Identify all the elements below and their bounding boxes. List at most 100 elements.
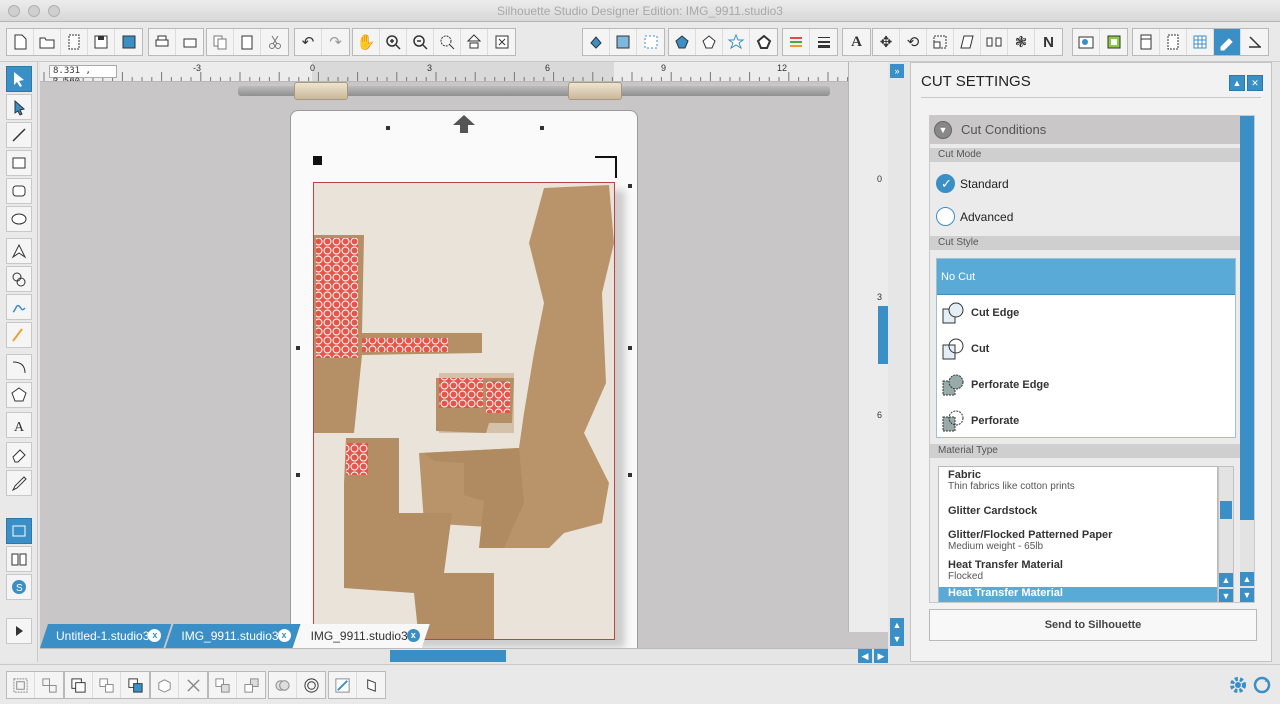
material-scroll-up-icon[interactable]: ▲	[1219, 573, 1233, 587]
trace-icon[interactable]	[1241, 29, 1268, 55]
horizontal-scroll-thumb[interactable]	[390, 650, 506, 662]
selection-handle[interactable]	[296, 473, 300, 477]
ellipse-tool-icon[interactable]	[6, 206, 32, 232]
material-item[interactable]: Glitter Cardstock	[939, 505, 1217, 517]
knife-slice-icon[interactable]	[357, 672, 385, 698]
material-scroll-down-icon[interactable]: ▼	[1219, 589, 1233, 602]
rotate-icon[interactable]: ⟲	[900, 29, 927, 55]
cut-style-cut-edge[interactable]: Cut Edge	[937, 295, 1235, 331]
panel-scroll-thumb[interactable]	[1240, 116, 1254, 520]
send-to-silhouette-button[interactable]: Send to Silhouette	[929, 609, 1257, 641]
copy-icon[interactable]	[207, 29, 234, 55]
store-icon[interactable]	[1100, 29, 1127, 55]
zoom-select-icon[interactable]	[434, 29, 461, 55]
transform-icon[interactable]: ✥	[873, 29, 900, 55]
cut-mode-advanced-radio[interactable]	[936, 207, 955, 226]
align-icon[interactable]	[981, 29, 1008, 55]
design-canvas[interactable]: -3 0 3 6 9 12 8.331 , 3.560	[40, 62, 888, 662]
cut-icon[interactable]	[261, 29, 288, 55]
edit-points-tool-icon[interactable]	[6, 94, 32, 120]
polygon-tool-icon[interactable]	[6, 238, 32, 264]
store-view-icon[interactable]: S	[6, 574, 32, 600]
open-icon[interactable]	[34, 29, 61, 55]
cut-mode-standard-radio[interactable]	[936, 174, 955, 193]
vertical-scroll-thumb[interactable]	[878, 306, 888, 364]
material-list-scroll-thumb[interactable]	[1220, 501, 1232, 519]
cut-style-perforate[interactable]: Perforate	[937, 403, 1235, 439]
smooth-freehand-tool-icon[interactable]	[6, 322, 32, 348]
material-item[interactable]: Fabric Thin fabrics like cotton prints	[939, 469, 1217, 492]
selection-handle[interactable]	[628, 473, 632, 477]
cut-conditions-header[interactable]: ▼ Cut Conditions	[930, 116, 1240, 144]
freehand-tool-icon[interactable]	[6, 294, 32, 320]
panel-close-icon[interactable]: ✕	[1247, 75, 1263, 91]
release-compound-path-icon[interactable]	[93, 672, 121, 698]
trace-image-icon[interactable]	[329, 672, 357, 698]
bring-forward-icon[interactable]	[237, 672, 265, 698]
arc-tool-icon[interactable]	[6, 354, 32, 380]
sync-icon[interactable]	[1252, 675, 1272, 695]
group-icon[interactable]	[7, 672, 35, 698]
expand-panel-icon[interactable]	[6, 618, 32, 644]
cut-style-cut[interactable]: Cut	[937, 331, 1235, 367]
send-backward-icon[interactable]	[209, 672, 237, 698]
selection-handle[interactable]	[296, 346, 300, 350]
panel-dock-icon[interactable]: ▲	[1229, 75, 1245, 91]
page-setup-icon[interactable]	[1160, 29, 1187, 55]
close-tab-icon[interactable]: x	[148, 629, 161, 642]
fit-page-icon[interactable]	[488, 29, 515, 55]
redo-icon[interactable]: ↷	[322, 29, 349, 55]
zoom-in-icon[interactable]	[380, 29, 407, 55]
print-cut-icon[interactable]	[176, 29, 203, 55]
line-thickness-icon[interactable]	[810, 29, 837, 55]
line-style-icon[interactable]	[696, 29, 723, 55]
material-list-scrollbar[interactable]: ▲ ▼	[1218, 466, 1234, 602]
text-icon[interactable]: A	[843, 29, 870, 55]
print-icon[interactable]	[149, 29, 176, 55]
preferences-gear-icon[interactable]	[1228, 675, 1248, 695]
gradient-icon[interactable]	[610, 29, 637, 55]
replicate-icon[interactable]: ❃	[1008, 29, 1035, 55]
make-compound-path-icon[interactable]	[65, 672, 93, 698]
fill-color-icon[interactable]	[583, 29, 610, 55]
selection-handle[interactable]	[386, 126, 390, 130]
scroll-left-icon[interactable]: ◀	[858, 649, 872, 663]
selection-handle[interactable]	[628, 346, 632, 350]
save-icon[interactable]	[88, 29, 115, 55]
nest-icon[interactable]: N	[1035, 29, 1062, 55]
curve-tool-icon[interactable]	[6, 266, 32, 292]
document-tab[interactable]: IMG_9911.studio3 x	[165, 624, 300, 648]
collapse-panel-icon[interactable]: »	[890, 64, 904, 78]
pentagon-tool-icon[interactable]	[6, 382, 32, 408]
library-icon[interactable]	[1073, 29, 1100, 55]
cut-style-no-cut[interactable]: No Cut	[937, 259, 1235, 295]
shear-icon[interactable]	[954, 29, 981, 55]
panel-scrollbar[interactable]: ▲ ▼	[1240, 116, 1254, 602]
cut-settings-icon[interactable]	[1214, 29, 1241, 55]
shape-merge-icon[interactable]	[269, 672, 297, 698]
text-tool-icon[interactable]: A	[6, 412, 32, 438]
bring-to-front-icon[interactable]	[121, 672, 149, 698]
horizontal-scrollbar[interactable]: ◀ ▶	[40, 648, 888, 663]
new-page-icon[interactable]	[61, 29, 88, 55]
close-tab-icon[interactable]: x	[407, 629, 420, 642]
send-icon[interactable]	[1133, 29, 1160, 55]
shadow-icon[interactable]	[723, 29, 750, 55]
zoom-fit-icon[interactable]	[461, 29, 488, 55]
line-color-icon[interactable]	[669, 29, 696, 55]
registration-icon[interactable]	[1187, 29, 1214, 55]
close-tab-icon[interactable]: x	[278, 629, 291, 642]
eraser-tool-icon[interactable]	[6, 442, 32, 468]
rounded-rectangle-tool-icon[interactable]	[6, 178, 32, 204]
paste-icon[interactable]	[234, 29, 261, 55]
pattern-icon[interactable]	[637, 29, 664, 55]
scroll-right-icon[interactable]: ▶	[874, 649, 888, 663]
material-item[interactable]: Glitter/Flocked Patterned Paper Medium we…	[939, 529, 1217, 552]
selection-handle[interactable]	[540, 126, 544, 130]
delete-icon[interactable]	[179, 672, 207, 698]
document-tab[interactable]: Untitled-1.studio3 x	[40, 624, 171, 648]
ungroup-icon[interactable]	[35, 672, 63, 698]
knife-tool-icon[interactable]	[6, 470, 32, 496]
new-file-icon[interactable]	[7, 29, 34, 55]
cut-style-perforate-edge[interactable]: Perforate Edge	[937, 367, 1235, 403]
